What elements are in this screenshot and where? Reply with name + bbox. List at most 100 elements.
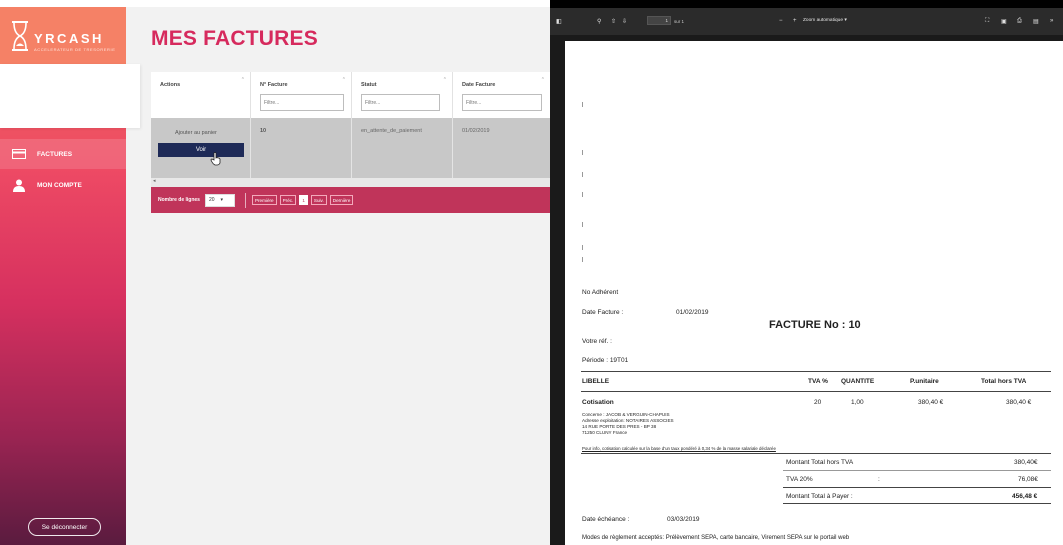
next-page-icon[interactable]: ⇩ xyxy=(622,18,627,25)
invoice-grid: Actions ⌃ N° Facture ⌃ Statut ⌃ Date Fac… xyxy=(151,72,550,218)
logo-text: YRCASH xyxy=(34,31,104,46)
sidebar-toggle-icon[interactable]: ◧ xyxy=(556,18,562,25)
status-value: en_attente_de_paiement xyxy=(361,128,422,134)
column-status: Statut ⌃ xyxy=(352,72,453,118)
line-total: 380,40 € xyxy=(1006,399,1032,406)
divider xyxy=(244,192,246,208)
logo-subtitle: ACCELERATEUR DE TRESORERIE xyxy=(34,47,116,52)
total-excl-vat-value: 380,40€ xyxy=(1014,459,1038,466)
line-unit-price: 380,40 € xyxy=(918,399,944,406)
actions-cell: Ajouter au panier Voir xyxy=(151,118,251,178)
header-rule xyxy=(581,391,1051,392)
line-detail: Concerne : JACOB & VERGUIN-CHAPUIS xyxy=(582,412,670,417)
column-header: Statut xyxy=(361,82,377,88)
vat-label: TVA 20% xyxy=(786,476,813,483)
pdf-toolbar: ◧ ⚲ ⇧ ⇩ 1 sur 1 − + Zoom automatique ▾ ⛶… xyxy=(550,8,1063,35)
invoice-no-cell: 10 xyxy=(251,118,352,178)
column-header: Date Facture xyxy=(462,82,496,88)
vat-value: 76,08€ xyxy=(1018,476,1038,483)
header-qty: QUANTITE xyxy=(841,378,875,385)
totals-divider xyxy=(783,470,1051,471)
header-vat: TVA % xyxy=(808,378,828,385)
rows-per-page-select[interactable]: 20 ▾ xyxy=(204,193,235,207)
logout-button[interactable]: Se déconnecter xyxy=(28,518,101,536)
sidebar-item-label: FACTURES xyxy=(37,150,73,158)
table-top-rule xyxy=(581,371,1051,372)
sort-icon[interactable]: ⌃ xyxy=(541,77,545,83)
pagination-bar: Nombre de lignes 20 ▾ Première Préc. 1 S… xyxy=(151,187,550,213)
invoice-no-filter[interactable] xyxy=(260,94,344,111)
status-filter[interactable] xyxy=(361,94,440,111)
card-icon xyxy=(11,149,27,159)
header-unit-price: P.unitaire xyxy=(910,378,939,385)
zoom-select[interactable]: Zoom automatique ▾ xyxy=(803,18,847,23)
sidebar-item-factures[interactable]: FACTURES xyxy=(0,139,126,169)
table-row[interactable]: Ajouter au panier Voir 10 en_attente_de_… xyxy=(151,118,550,178)
vat-colon: : xyxy=(878,476,880,483)
page-count: sur 1 xyxy=(674,19,685,24)
member-no-label: No Adhérent xyxy=(582,289,619,296)
line-vat: 20 xyxy=(814,399,822,406)
last-page-button[interactable]: Dernière xyxy=(329,195,354,205)
sort-icon[interactable]: ⌃ xyxy=(342,77,346,83)
hand-cursor-icon xyxy=(210,152,221,166)
totals-rule xyxy=(581,453,1051,454)
rows-per-page-value: 20 xyxy=(208,197,215,203)
invoice-title: FACTURE No : 10 xyxy=(769,319,861,331)
line-detail: 14 RUE PORTE DES PRES - BP 38 xyxy=(582,424,657,429)
invoice-no-value: 10 xyxy=(260,128,267,134)
hourglass-icon xyxy=(12,21,28,51)
invoice-app: YRCASH ACCELERATEUR DE TRESORERIE FACTUR… xyxy=(0,0,550,545)
top-strip xyxy=(0,0,550,7)
line-detail: Pour info, cotisation calculée sur la ba… xyxy=(582,446,776,451)
sidebar-item-label: MON COMPTE xyxy=(37,181,82,189)
page-1-button[interactable]: 1 xyxy=(299,195,308,205)
first-page-button[interactable]: Première xyxy=(251,195,277,205)
date-cell: 01/02/2019 xyxy=(453,118,550,178)
tools-icon[interactable]: » xyxy=(1050,18,1053,24)
open-file-icon[interactable]: ▣ xyxy=(1001,18,1007,25)
download-icon[interactable]: ▤ xyxy=(1033,18,1039,25)
zoom-in-icon[interactable]: + xyxy=(793,18,797,24)
line-label: Cotisation xyxy=(582,399,614,406)
next-page-button[interactable]: Suiv. xyxy=(310,195,327,205)
margin-mark xyxy=(582,245,583,250)
logo-panel xyxy=(0,64,140,128)
column-header: Actions xyxy=(160,82,181,88)
fullscreen-icon[interactable]: ⛶ xyxy=(985,18,989,25)
status-cell: en_attente_de_paiement xyxy=(352,118,453,178)
view-button[interactable]: Voir xyxy=(158,143,244,157)
page-number-input[interactable]: 1 xyxy=(647,16,671,25)
sort-icon[interactable]: ⌃ xyxy=(443,77,447,83)
grand-total-value: 456,48 € xyxy=(1012,493,1038,500)
margin-mark xyxy=(582,257,583,262)
logo[interactable]: YRCASH ACCELERATEUR DE TRESORERIE xyxy=(0,7,126,64)
previous-page-icon[interactable]: ⇧ xyxy=(611,18,616,25)
margin-mark xyxy=(582,172,583,177)
page-title: MES FACTURES xyxy=(151,27,318,50)
period-label: Période : 19T01 xyxy=(582,357,629,364)
prev-page-button[interactable]: Préc. xyxy=(279,195,297,205)
horizontal-scrollbar[interactable]: ◂ xyxy=(151,178,550,187)
sidebar-item-mon-compte[interactable]: MON COMPTE xyxy=(0,170,126,200)
margin-mark xyxy=(582,192,583,197)
zoom-value: Zoom automatique xyxy=(803,18,843,23)
margin-mark xyxy=(582,222,583,227)
column-header: N° Facture xyxy=(260,82,288,88)
line-detail: Adresse exploitation: NOTAIRES ASSOCIES xyxy=(582,418,674,423)
header-label: LIBELLE xyxy=(582,378,610,385)
search-icon[interactable]: ⚲ xyxy=(597,18,601,25)
date-filter[interactable] xyxy=(462,94,542,111)
add-to-cart-link[interactable]: Ajouter au panier xyxy=(175,130,217,136)
due-date-value: 03/03/2019 xyxy=(667,516,700,523)
viewer-top-bar xyxy=(550,0,1063,8)
print-icon[interactable]: ⎙ xyxy=(1017,18,1022,25)
payment-modes: Modes de règlement acceptés: Prélèvement… xyxy=(582,535,850,541)
due-date-label: Date échéance : xyxy=(582,516,630,523)
chevron-down-icon: ▾ xyxy=(220,197,224,203)
zoom-out-icon[interactable]: − xyxy=(779,18,783,24)
margin-mark xyxy=(582,102,583,107)
line-qty: 1,00 xyxy=(851,399,864,406)
grand-total-label: Montant Total à Payer : xyxy=(786,493,853,500)
sort-icon[interactable]: ⌃ xyxy=(241,77,245,83)
